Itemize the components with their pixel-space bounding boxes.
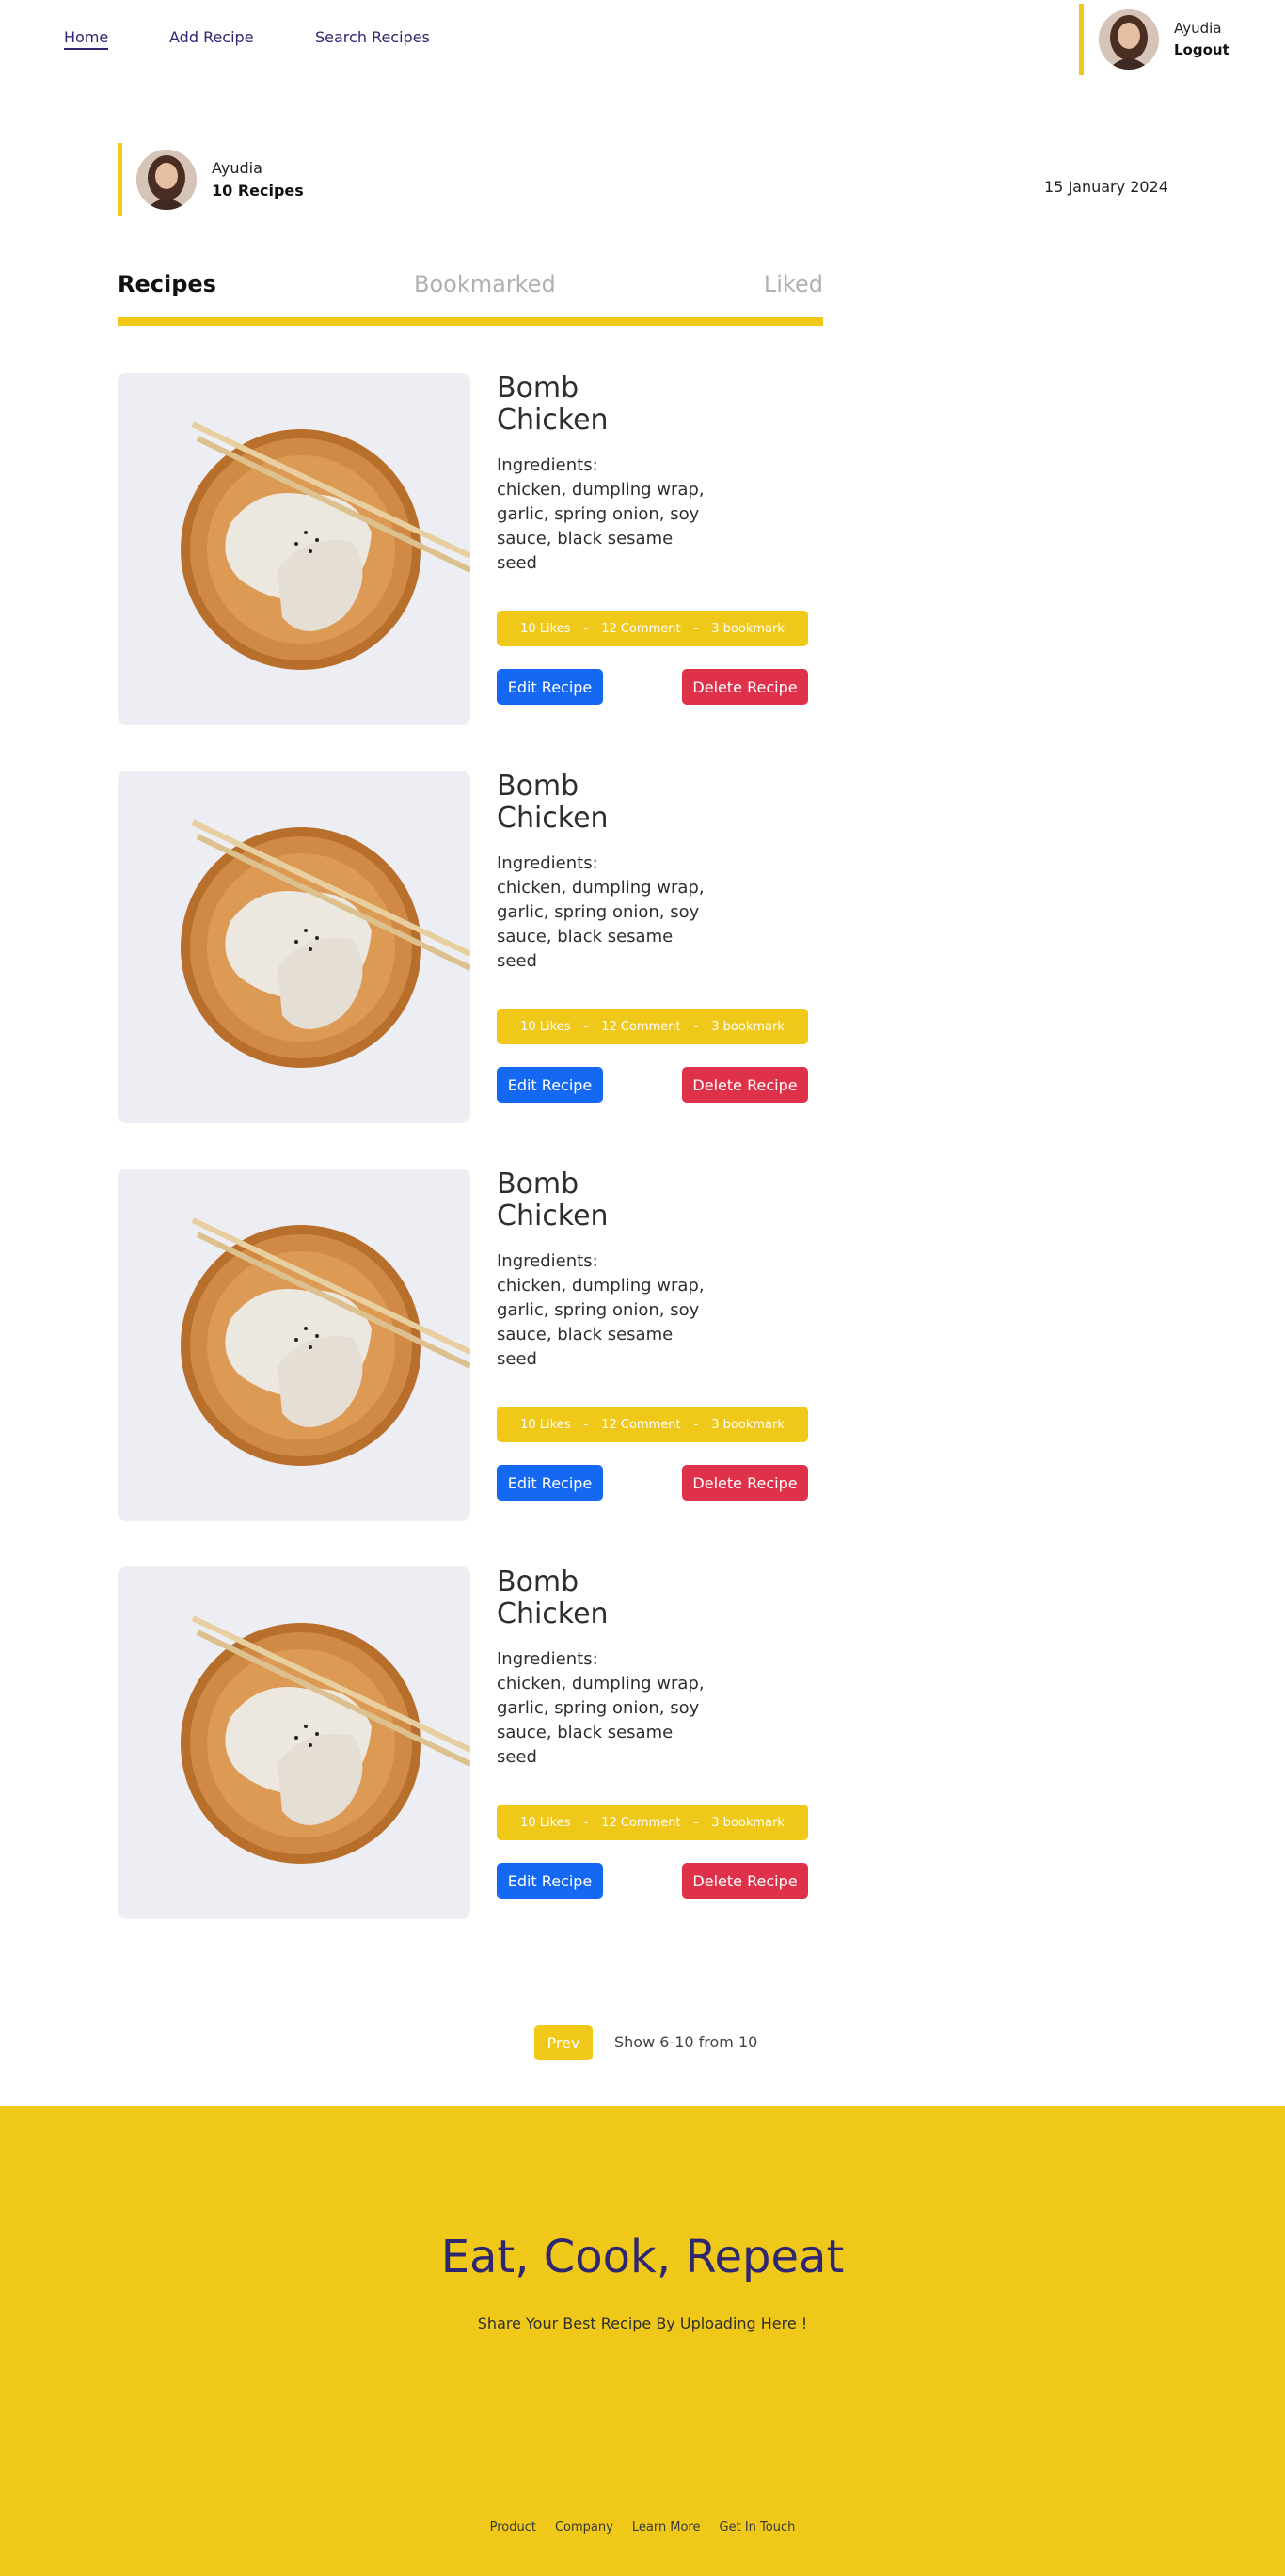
recipe-title[interactable]: Bomb Chicken [497,373,685,437]
ingredients-label: Ingredients: [497,853,598,873]
likes-count: 10 Likes [520,1019,571,1034]
recipe-photo[interactable] [118,771,470,1123]
stats-separator: - [583,1417,589,1432]
stats-separator: - [693,621,699,636]
likes-count: 10 Likes [520,1815,571,1830]
footer-link-get-in-touch[interactable]: Get In Touch [720,2520,796,2535]
pagination-info: Show 6-10 from 10 [614,2033,758,2051]
avatar-photo-icon [136,150,197,210]
footer-links: Product Company Learn More Get In Touch [0,2520,1285,2535]
stats-separator: - [693,1815,699,1830]
profile-date: 15 January 2024 [1044,178,1168,196]
comments-count: 12 Comment [601,621,681,636]
recipe-stats-bar: 10 Likes - 12 Comment - 3 bookmark [497,1805,808,1840]
ingredients-text: chicken, dumpling wrap, garlic, spring o… [497,1674,705,1767]
recipe-stats-bar: 10 Likes - 12 Comment - 3 bookmark [497,611,808,646]
recipe-title[interactable]: Bomb Chicken [497,771,685,835]
recipe-card: Bomb Chicken Ingredients: chicken, dumpl… [118,373,809,725]
recipe-stats-bar: 10 Likes - 12 Comment - 3 bookmark [497,1009,808,1044]
edit-recipe-button[interactable]: Edit Recipe [497,1465,603,1501]
recipe-card: Bomb Chicken Ingredients: chicken, dumpl… [118,771,809,1123]
tab-recipes[interactable]: Recipes [118,271,216,297]
stats-separator: - [693,1417,699,1432]
stats-separator: - [583,1815,589,1830]
profile-summary: Ayudia 10 Recipes [118,143,304,216]
bookmarks-count: 3 bookmark [711,1815,785,1830]
edit-recipe-button[interactable]: Edit Recipe [497,1863,603,1899]
ingredients-label: Ingredients: [497,1649,598,1669]
top-navbar: Home Add Recipe Search Recipes Ayudia Lo… [0,0,1285,85]
footer-link-product[interactable]: Product [490,2520,536,2535]
logout-link[interactable]: Logout [1174,40,1229,61]
recipe-stats-bar: 10 Likes - 12 Comment - 3 bookmark [497,1407,808,1442]
footer-headline: Eat, Cook, Repeat [440,2231,845,2283]
tab-underline-bar [118,317,823,326]
dumpling-plate-icon [118,771,470,1123]
recipe-title[interactable]: Bomb Chicken [497,1169,685,1232]
avatar-photo-icon [1099,9,1159,70]
recipe-card: Bomb Chicken Ingredients: chicken, dumpl… [118,1169,809,1521]
footer-link-learn-more[interactable]: Learn More [632,2520,701,2535]
site-footer: Eat, Cook, Repeat Share Your Best Recipe… [0,2106,1285,2576]
profile-name: Ayudia [212,159,262,177]
profile-tabs: Recipes Bookmarked Liked [118,271,823,327]
bookmarks-count: 3 bookmark [711,1019,785,1034]
nav-link-home[interactable]: Home [64,28,109,50]
tab-bookmarked[interactable]: Bookmarked [414,271,556,297]
footer-subtitle: Share Your Best Recipe By Uploading Here… [477,2314,808,2332]
delete-recipe-button[interactable]: Delete Recipe [682,669,808,705]
ingredients-text: chicken, dumpling wrap, garlic, spring o… [497,878,705,971]
bookmarks-count: 3 bookmark [711,1417,785,1432]
likes-count: 10 Likes [520,1417,571,1432]
stats-separator: - [693,1019,699,1034]
edit-recipe-button[interactable]: Edit Recipe [497,669,603,705]
prev-page-button[interactable]: Prev [534,2025,593,2060]
user-avatar[interactable] [1099,9,1159,70]
stats-separator: - [583,1019,589,1034]
ingredients-text: chicken, dumpling wrap, garlic, spring o… [497,1276,705,1369]
nav-user-name: Ayudia [1174,20,1222,37]
stats-separator: - [583,621,589,636]
nav-user-block: Ayudia Logout [1079,4,1229,75]
recipe-title[interactable]: Bomb Chicken [497,1566,685,1630]
delete-recipe-button[interactable]: Delete Recipe [682,1863,808,1899]
ingredients-text: chicken, dumpling wrap, garlic, spring o… [497,480,705,573]
delete-recipe-button[interactable]: Delete Recipe [682,1465,808,1501]
nav-link-search-recipes[interactable]: Search Recipes [315,28,430,46]
delete-recipe-button[interactable]: Delete Recipe [682,1067,808,1103]
ingredients-label: Ingredients: [497,1251,598,1271]
comments-count: 12 Comment [601,1417,681,1432]
profile-avatar [136,150,197,210]
comments-count: 12 Comment [601,1019,681,1034]
dumpling-plate-icon [118,1566,470,1919]
recipe-photo[interactable] [118,1566,470,1919]
recipe-card: Bomb Chicken Ingredients: chicken, dumpl… [118,1566,809,1919]
nav-link-add-recipe[interactable]: Add Recipe [169,28,254,46]
bookmarks-count: 3 bookmark [711,621,785,636]
tab-liked[interactable]: Liked [764,271,823,297]
edit-recipe-button[interactable]: Edit Recipe [497,1067,603,1103]
comments-count: 12 Comment [601,1815,681,1830]
footer-link-company[interactable]: Company [555,2520,613,2535]
profile-recipe-count: 10 Recipes [212,182,304,199]
likes-count: 10 Likes [520,621,571,636]
recipe-photo[interactable] [118,373,470,725]
recipe-photo[interactable] [118,1169,470,1521]
dumpling-plate-icon [118,373,470,725]
dumpling-plate-icon [118,1169,470,1521]
ingredients-label: Ingredients: [497,455,598,475]
